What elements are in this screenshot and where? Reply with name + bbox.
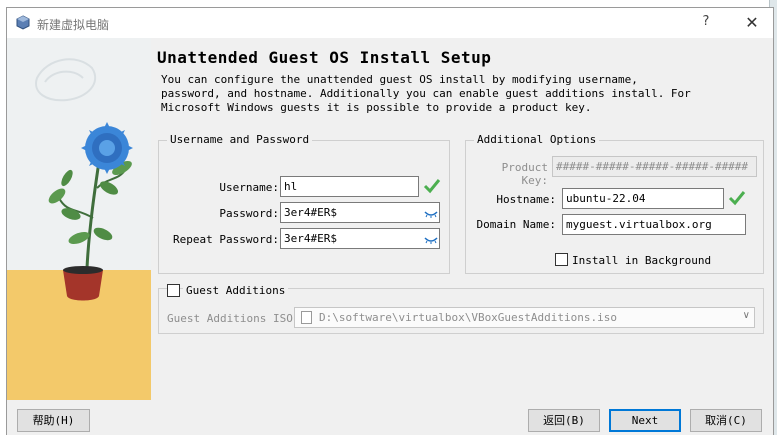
dialog-footer: 帮助(H) 返回(B) Next 取消(C) xyxy=(7,400,773,435)
guest-additions-iso-label: Guest Additions ISO: xyxy=(167,312,300,325)
chevron-down-icon: ∨ xyxy=(742,310,750,321)
back-button[interactable]: 返回(B) xyxy=(528,409,600,432)
hostname-input[interactable]: ubuntu-22.04 xyxy=(562,188,724,209)
password-input[interactable]: 3er4#ER$ xyxy=(280,202,440,223)
username-password-group: Username and Password Username: hl Passw… xyxy=(158,133,450,274)
virtualbox-app-icon xyxy=(16,15,30,30)
title-bar: 新建虚拟电脑 ? ✕ xyxy=(7,8,773,38)
guest-additions-iso-combo: D:\software\virtualbox\VBoxGuestAddition… xyxy=(294,307,755,328)
repeat-password-label: Repeat Password: xyxy=(167,233,279,246)
domain-name-input[interactable]: myguest.virtualbox.org xyxy=(562,214,746,235)
hostname-label: Hostname: xyxy=(470,193,556,206)
product-key-input: #####-#####-#####-#####-##### xyxy=(552,156,757,177)
domain-name-label: Domain Name: xyxy=(470,218,556,231)
username-valid-check-icon xyxy=(423,179,441,194)
dialog-window: 新建虚拟电脑 ? ✕ Unattended Guest OS Install S… xyxy=(6,7,774,435)
repeat-password-input[interactable]: 3er4#ER$ xyxy=(280,228,440,249)
product-key-label: Product Key: xyxy=(470,161,548,187)
username-label: Username: xyxy=(167,181,279,194)
product-key-label-text: Product Key: xyxy=(501,161,548,187)
password-label: Password: xyxy=(167,207,279,220)
page-heading: Unattended Guest OS Install Setup xyxy=(157,48,492,67)
password-label-text: Password: xyxy=(219,207,279,220)
help-button[interactable]: 帮助(H) xyxy=(17,409,90,432)
wizard-illustration xyxy=(7,38,151,400)
install-in-background-label[interactable]: Install in Background xyxy=(572,254,711,267)
file-icon xyxy=(301,311,312,324)
group-title-additional-options: Additional Options xyxy=(474,133,600,146)
window-title: 新建虚拟电脑 xyxy=(37,18,110,32)
additional-options-group: Additional Options Product Key: #####-##… xyxy=(465,133,764,274)
show-repeat-password-eye-icon[interactable] xyxy=(424,234,438,244)
flower-pot-illustration xyxy=(35,58,133,301)
hostname-valid-check-icon xyxy=(728,191,746,206)
cancel-button[interactable]: 取消(C) xyxy=(690,409,762,432)
install-in-background-checkbox[interactable] xyxy=(555,253,568,266)
repeat-password-label-text: Repeat Password: xyxy=(173,233,279,246)
content-panel: Unattended Guest OS Install Setup You ca… xyxy=(151,38,773,400)
page-intro-text: You can configure the unattended guest O… xyxy=(161,73,691,114)
guest-additions-label[interactable]: Guest Additions xyxy=(183,284,289,297)
domain-name-label-text: Domain Name: xyxy=(476,218,556,231)
group-title-username-password: Username and Password xyxy=(167,133,313,146)
show-password-eye-icon[interactable] xyxy=(424,208,438,218)
close-button[interactable]: ✕ xyxy=(741,13,763,33)
guest-additions-group: Guest Additions Guest Additions ISO: D:\… xyxy=(158,284,764,334)
username-input[interactable]: hl xyxy=(280,176,419,197)
help-question-button[interactable]: ? xyxy=(697,14,715,32)
hostname-label-text: Hostname: xyxy=(496,193,556,206)
guest-additions-iso-value: D:\software\virtualbox\VBoxGuestAddition… xyxy=(319,311,618,324)
username-label-text: Username: xyxy=(219,181,279,194)
next-button[interactable]: Next xyxy=(609,409,681,432)
guest-additions-checkbox[interactable] xyxy=(167,284,180,297)
